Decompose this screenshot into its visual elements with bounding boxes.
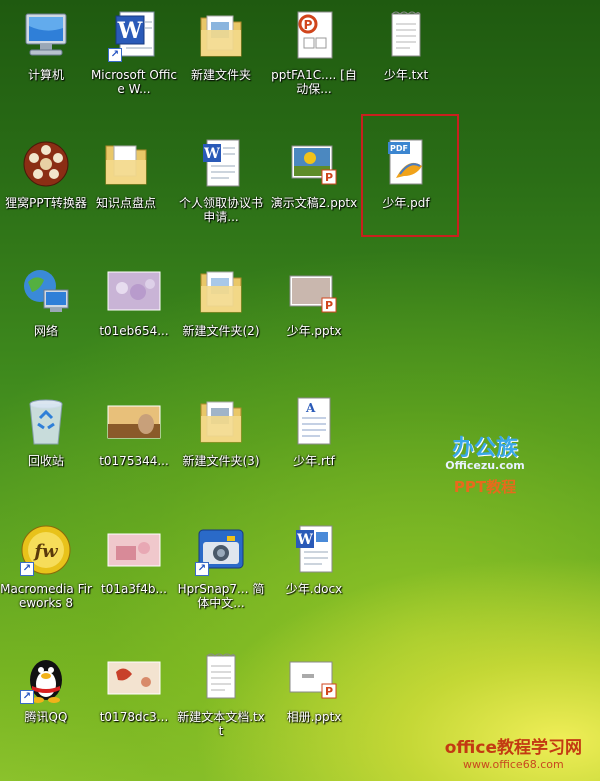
desktop-icon-recycle-bin[interactable]: 回收站 bbox=[0, 394, 92, 468]
recycle-bin-icon bbox=[18, 394, 74, 450]
rtf-file-icon: A bbox=[286, 394, 342, 450]
word-doc-icon: W bbox=[286, 522, 342, 578]
desktop-icon-hprsnap7[interactable]: ↗ HprSnap7... 简体中文... bbox=[175, 522, 267, 610]
qq-penguin-icon: ↗ bbox=[18, 650, 74, 706]
svg-text:W: W bbox=[203, 146, 220, 162]
photo-icon bbox=[106, 394, 162, 450]
watermark-title: office教程学习网 bbox=[444, 738, 582, 758]
pptx-image-icon: P bbox=[286, 264, 342, 320]
network-globe-icon bbox=[18, 264, 74, 320]
selection-highlight-box bbox=[361, 114, 459, 237]
desktop-icon-shaonian-rtf[interactable]: A 少年.rtf bbox=[268, 394, 360, 468]
desktop-icon-label: pptFA1C.... [自动保... bbox=[271, 68, 357, 96]
photo-icon bbox=[106, 522, 162, 578]
desktop-icon-shaonian-pptx[interactable]: P 少年.pptx bbox=[268, 264, 360, 338]
desktop-icon-label: 少年.docx bbox=[285, 582, 343, 596]
folder-icon bbox=[193, 264, 249, 320]
desktop-icon-new-text-document[interactable]: 新建文本文档.txt bbox=[175, 650, 267, 738]
desktop: 计算机 W ↗ Microsoft Office W... 新建文件夹 P pp… bbox=[0, 0, 600, 781]
desktop-icon-label: 狸窝PPT转换器 bbox=[5, 196, 87, 210]
desktop-icon-new-folder-2[interactable]: 新建文件夹(2) bbox=[175, 264, 267, 338]
desktop-icon-liwo-ppt-converter[interactable]: 狸窝PPT转换器 bbox=[0, 136, 92, 210]
photo-icon bbox=[106, 264, 162, 320]
desktop-icon-tencent-qq[interactable]: ↗ 腾讯QQ bbox=[0, 650, 92, 724]
desktop-icon-computer[interactable]: 计算机 bbox=[0, 8, 92, 82]
desktop-icon-label: 知识点盘点 bbox=[95, 196, 156, 210]
svg-text:W: W bbox=[296, 532, 313, 548]
folder-icon bbox=[193, 394, 249, 450]
camera-icon: ↗ bbox=[193, 522, 249, 578]
desktop-icon-t01a3f4b[interactable]: t01a3f4b... bbox=[88, 522, 180, 596]
desktop-icon-label: 网络 bbox=[33, 324, 58, 338]
desktop-icon-label: t01a3f4b... bbox=[101, 582, 167, 596]
text-file-icon bbox=[193, 650, 249, 706]
site-watermark: office教程学习网 www.office68.com bbox=[445, 733, 582, 771]
desktop-icon-label: 少年.rtf bbox=[293, 454, 335, 468]
ppt-doc-icon: P bbox=[286, 8, 342, 64]
desktop-icon-pptfa1c[interactable]: P pptFA1C.... [自动保... bbox=[268, 8, 360, 96]
desktop-icon-label: 计算机 bbox=[27, 68, 64, 82]
desktop-icon-label: 回收站 bbox=[27, 454, 64, 468]
word-icon: W ↗ bbox=[106, 8, 162, 64]
desktop-icon-label: 个人领取协议书申请... bbox=[178, 196, 263, 224]
desktop-icon-album-pptx[interactable]: P 相册.pptx bbox=[268, 650, 360, 724]
fireworks-icon: fw ↗ bbox=[18, 522, 74, 578]
desktop-icon-t01eb654[interactable]: t01eb654... bbox=[88, 264, 180, 338]
desktop-icon-label: Microsoft Office W... bbox=[90, 68, 178, 96]
text-file-icon bbox=[378, 8, 434, 64]
desktop-icon-label: Macromedia Fireworks 8 bbox=[0, 582, 92, 610]
desktop-icon-label: t0175344... bbox=[99, 454, 169, 468]
desktop-icon-label: 新建文件夹 bbox=[190, 68, 251, 82]
folder-icon bbox=[193, 8, 249, 64]
word-doc-icon: W bbox=[193, 136, 249, 192]
desktop-icon-shaonian-txt[interactable]: 少年.txt bbox=[360, 8, 452, 82]
pptx-image-icon: P bbox=[286, 650, 342, 706]
desktop-icon-label: 少年.pptx bbox=[286, 324, 342, 338]
desktop-icon-t0178dc3[interactable]: t0178dc3... bbox=[88, 650, 180, 724]
desktop-icon-label: HprSnap7... 简体中文... bbox=[177, 582, 265, 610]
svg-text:P: P bbox=[325, 171, 333, 184]
desktop-icon-t0175344[interactable]: t0175344... bbox=[88, 394, 180, 468]
svg-text:P: P bbox=[304, 18, 313, 32]
shortcut-arrow-icon: ↗ bbox=[108, 48, 122, 62]
pptx-image-icon: P bbox=[286, 136, 342, 192]
desktop-icon-label: 新建文本文档.txt bbox=[177, 710, 265, 738]
desktop-icon-label: 演示文稿2.pptx bbox=[270, 196, 358, 210]
logo-tagline: PPT教程 bbox=[453, 478, 517, 496]
desktop-icon-label: 相册.pptx bbox=[286, 710, 342, 724]
logo-title: 办公族 bbox=[451, 436, 518, 461]
film-reel-icon bbox=[18, 136, 74, 192]
officezu-logo: 办公族 Officezu.com PPT教程 bbox=[430, 430, 540, 497]
desktop-icon-new-folder-3[interactable]: 新建文件夹(3) bbox=[175, 394, 267, 468]
logo-subtitle: Officezu.com bbox=[445, 459, 525, 472]
desktop-icon-label: t0178dc3... bbox=[99, 710, 169, 724]
desktop-icon-microsoft-office-word[interactable]: W ↗ Microsoft Office W... bbox=[88, 8, 180, 96]
svg-text:A: A bbox=[305, 401, 316, 415]
desktop-icon-shaonian-docx[interactable]: W 少年.docx bbox=[268, 522, 360, 596]
desktop-icon-network[interactable]: 网络 bbox=[0, 264, 92, 338]
folder-icon bbox=[98, 136, 154, 192]
watermark-url: www.office68.com bbox=[463, 758, 564, 771]
desktop-icon-zhishidian[interactable]: 知识点盘点 bbox=[80, 136, 172, 210]
svg-text:W: W bbox=[117, 18, 143, 44]
shortcut-arrow-icon: ↗ bbox=[195, 562, 209, 576]
svg-text:P: P bbox=[325, 685, 333, 698]
desktop-icon-personal-agreement[interactable]: W 个人领取协议书申请... bbox=[175, 136, 267, 224]
desktop-icon-new-folder[interactable]: 新建文件夹 bbox=[175, 8, 267, 82]
desktop-icon-presentation2[interactable]: P 演示文稿2.pptx bbox=[268, 136, 360, 210]
computer-icon bbox=[18, 8, 74, 64]
svg-text:P: P bbox=[325, 299, 333, 312]
desktop-icon-label: 新建文件夹(2) bbox=[182, 324, 260, 338]
shortcut-arrow-icon: ↗ bbox=[20, 690, 34, 704]
desktop-icon-label: 新建文件夹(3) bbox=[182, 454, 260, 468]
shortcut-arrow-icon: ↗ bbox=[20, 562, 34, 576]
svg-text:fw: fw bbox=[32, 541, 59, 562]
photo-icon bbox=[106, 650, 162, 706]
desktop-icon-label: t01eb654... bbox=[99, 324, 169, 338]
desktop-icon-macromedia-fireworks[interactable]: fw ↗ Macromedia Fireworks 8 bbox=[0, 522, 92, 610]
desktop-icon-label: 少年.txt bbox=[383, 68, 429, 82]
desktop-icon-label: 腾讯QQ bbox=[24, 710, 68, 724]
